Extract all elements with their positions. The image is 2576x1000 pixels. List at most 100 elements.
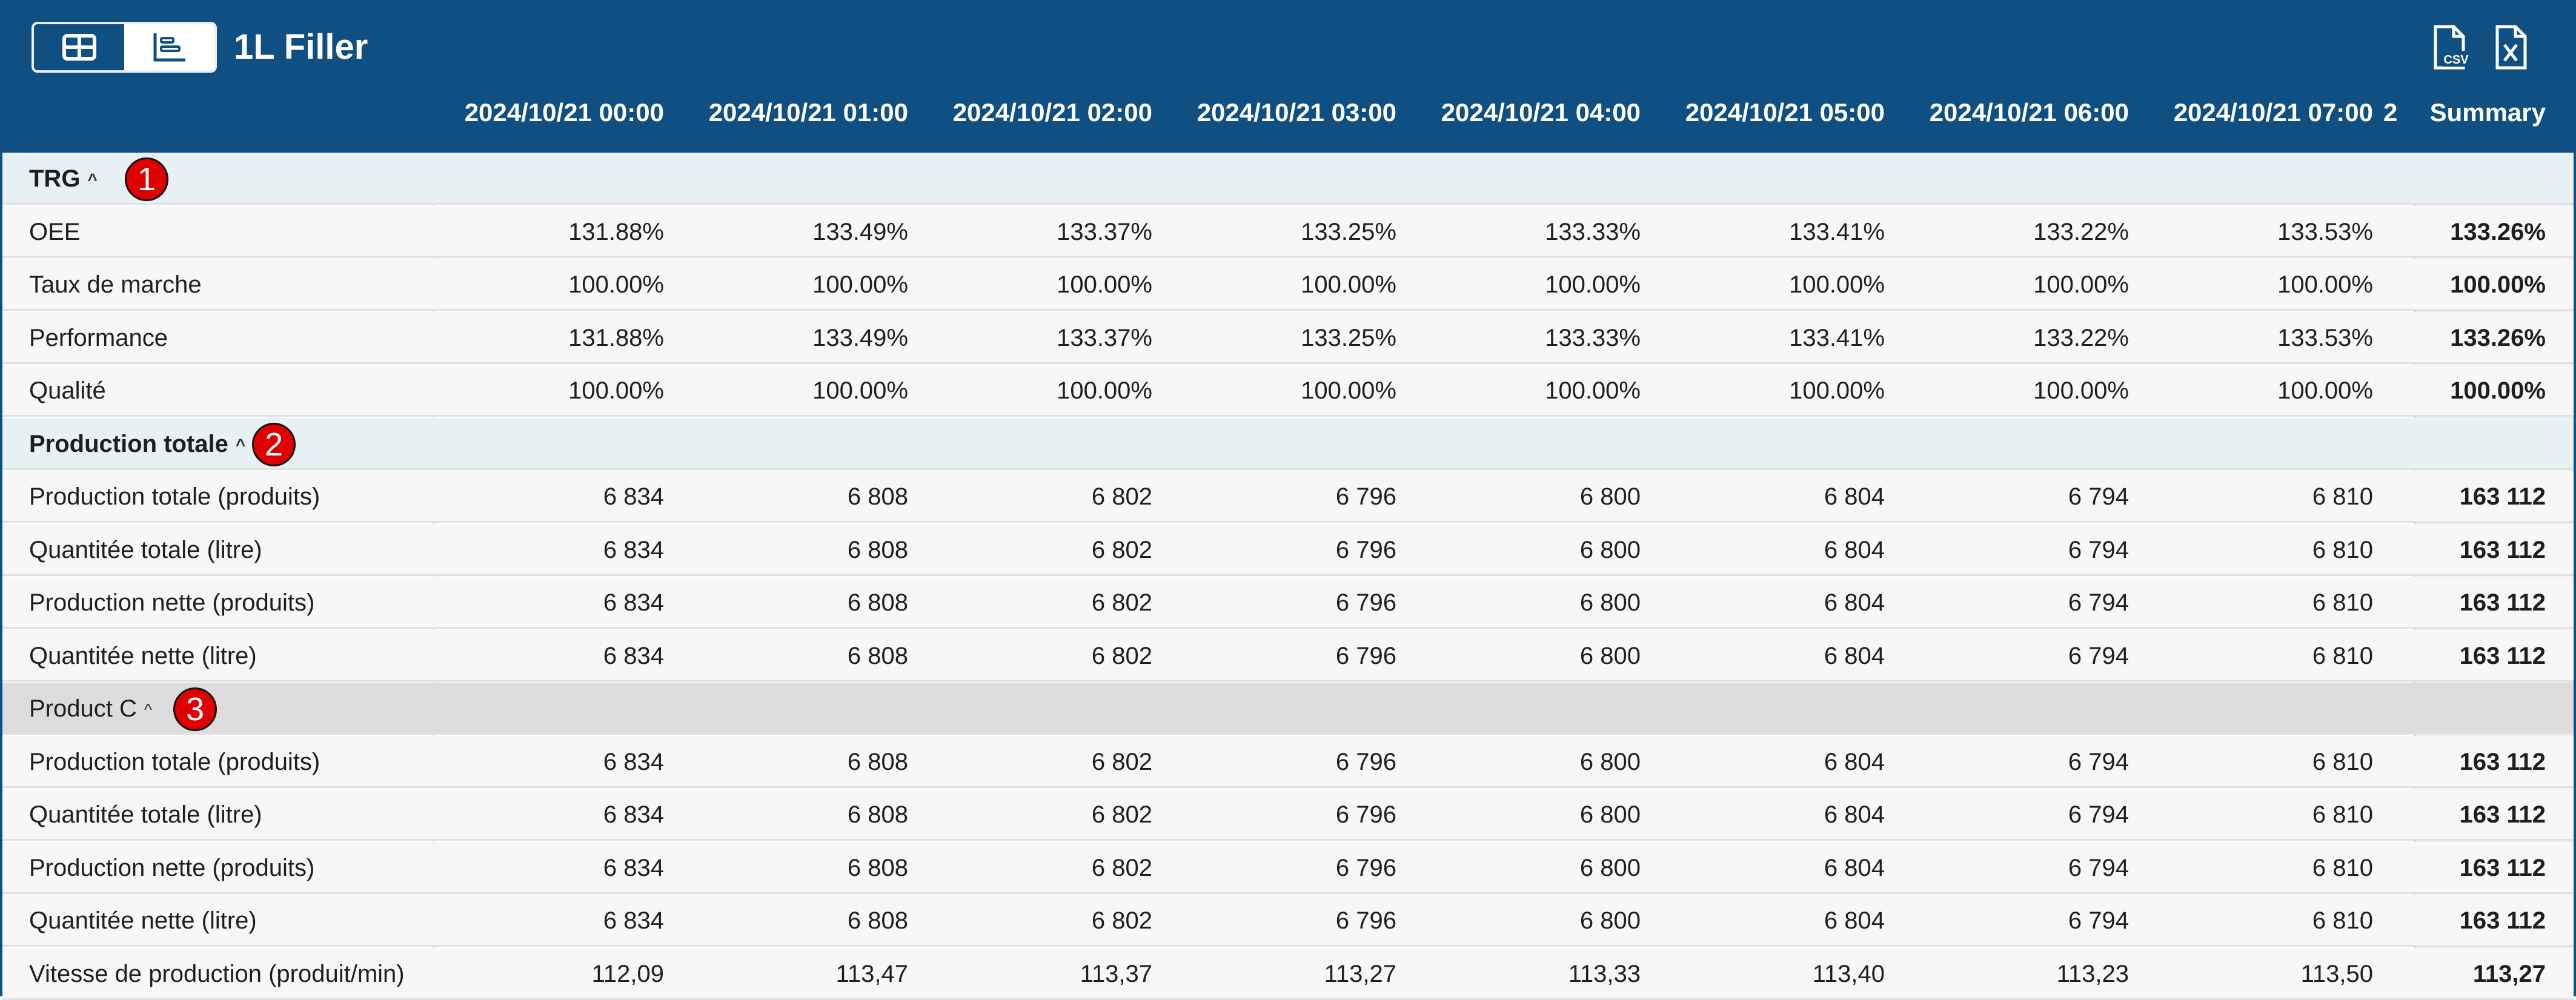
table-cell: 100.00% bbox=[1057, 271, 1152, 298]
table-cell: 6 794 bbox=[2068, 801, 2129, 828]
table-cell: 100.00% bbox=[1789, 377, 1885, 404]
table-cell: 6 808 bbox=[847, 748, 908, 775]
table-cell: 6 800 bbox=[1579, 642, 1641, 669]
summary-cell: 163 112 bbox=[2459, 748, 2546, 775]
table-cell: 6 808 bbox=[847, 801, 908, 828]
table-cell: 6 796 bbox=[1335, 854, 1396, 881]
table-cell: 113,50 bbox=[2300, 960, 2373, 987]
table-cell: 133.53% bbox=[2277, 218, 2373, 245]
table-cell: 6 800 bbox=[1579, 536, 1641, 563]
summary-cell: 113,27 bbox=[2472, 960, 2546, 987]
annotation-badge: 3 bbox=[173, 687, 217, 731]
table-cell: 6 796 bbox=[1335, 589, 1396, 616]
table-cell: 100.00% bbox=[1789, 271, 1885, 298]
table-cell: 6 810 bbox=[2312, 483, 2373, 510]
table-cell: 112,09 bbox=[591, 960, 664, 987]
annotation-badge: 1 bbox=[125, 157, 168, 201]
excel-export-icon bbox=[2495, 25, 2527, 70]
summary-cell: 100.00% bbox=[2450, 271, 2546, 298]
row-label: Quantitée nette (litre) bbox=[29, 642, 257, 669]
table-cell: 6 796 bbox=[1335, 483, 1396, 510]
section-header-row[interactable]: Product C ^ 3 bbox=[2, 683, 2574, 735]
table-row: Production nette (produits) 6 834 6 808 6 8… bbox=[2, 577, 2574, 629]
row-label: Quantitée totale (litre) bbox=[29, 801, 262, 828]
table-cell: 6 800 bbox=[1579, 483, 1641, 510]
row-label: Production nette (produits) bbox=[29, 589, 315, 616]
row-label: Production totale (produits) bbox=[29, 748, 320, 775]
column-header-summary: Summary bbox=[2429, 98, 2546, 127]
report-window: 1L Filler CSV 2024/10/21 00:00 2024/10/21… bbox=[0, 0, 2576, 1000]
collapse-chevron-icon[interactable]: ^ bbox=[87, 170, 97, 189]
table-cell: 6 808 bbox=[847, 907, 908, 934]
table-cell: 6 800 bbox=[1579, 748, 1641, 775]
table-cell: 6 834 bbox=[603, 642, 664, 669]
summary-cell: 163 112 bbox=[2459, 536, 2546, 563]
table-cell: 6 810 bbox=[2312, 801, 2373, 828]
table-cell: 6 794 bbox=[2068, 748, 2129, 775]
table-row: Quantitée totale (litre) 6 834 6 808 6 802 6… bbox=[2, 789, 2574, 841]
table-cell: 113,47 bbox=[835, 960, 908, 987]
table-cell: 6 804 bbox=[1824, 801, 1885, 828]
table-cell: 133.41% bbox=[1789, 218, 1885, 245]
table-cell: 113,33 bbox=[1568, 960, 1641, 987]
table-cell: 6 804 bbox=[1824, 854, 1885, 881]
table-row: Quantitée nette (litre) 6 834 6 808 6 802 6 … bbox=[2, 629, 2574, 682]
view-toggle[interactable] bbox=[32, 22, 217, 73]
table-cell: 133.53% bbox=[2277, 324, 2373, 351]
table-cell: 6 810 bbox=[2312, 642, 2373, 669]
summary-cell: 163 112 bbox=[2459, 854, 2546, 881]
column-header: 2024/10/21 00:00 bbox=[464, 98, 664, 127]
table-cell: 6 796 bbox=[1335, 801, 1396, 828]
collapse-chevron-icon[interactable]: ^ bbox=[144, 700, 152, 719]
table-cell: 6 834 bbox=[603, 589, 664, 616]
column-header: 2024/10/21 07:00 bbox=[2173, 98, 2373, 127]
table-cell: 6 810 bbox=[2312, 907, 2373, 934]
table-cell: 6 804 bbox=[1824, 907, 1885, 934]
table-cell: 100.00% bbox=[812, 377, 908, 404]
table-cell: 6 834 bbox=[603, 483, 664, 510]
collapse-chevron-icon[interactable]: ^ bbox=[236, 435, 245, 454]
table-cell: 100.00% bbox=[2033, 377, 2129, 404]
table-cell: 6 800 bbox=[1579, 589, 1641, 616]
table-cell: 133.25% bbox=[1301, 218, 1396, 245]
summary-cell: 100.00% bbox=[2450, 377, 2546, 404]
summary-cell: 163 112 bbox=[2459, 642, 2546, 669]
table-cell: 133.37% bbox=[1057, 218, 1152, 245]
row-label: Production nette (produits) bbox=[29, 854, 315, 881]
row-label: Qualité bbox=[29, 377, 106, 404]
csv-export-button[interactable]: CSV bbox=[2432, 24, 2471, 70]
table-cell: 6 834 bbox=[603, 801, 664, 828]
table-cell: 113,37 bbox=[1080, 960, 1152, 987]
column-header: 2024/10/21 03:00 bbox=[1197, 98, 1396, 127]
table-cell: 100.00% bbox=[2277, 271, 2373, 298]
table-view-button[interactable] bbox=[34, 24, 124, 70]
table-cell: 133.33% bbox=[1545, 324, 1641, 351]
table-cell: 100.00% bbox=[1545, 271, 1641, 298]
table-cell: 6 802 bbox=[1091, 748, 1152, 775]
table-cell: 6 800 bbox=[1579, 801, 1641, 828]
column-header: 2024/10/21 02:00 bbox=[952, 98, 1152, 127]
table-cell: 100.00% bbox=[1301, 377, 1396, 404]
chart-view-button[interactable] bbox=[124, 24, 214, 70]
table-cell: 6 810 bbox=[2312, 589, 2373, 616]
row-label: Vitesse de production (produit/min) bbox=[29, 960, 405, 987]
table-cell: 6 800 bbox=[1579, 854, 1641, 881]
table-cell: 6 834 bbox=[603, 748, 664, 775]
table-row: Quantitée nette (litre) 6 834 6 808 6 802 6 … bbox=[2, 895, 2574, 947]
table-cell: 100.00% bbox=[568, 271, 664, 298]
table-cell: 6 810 bbox=[2312, 748, 2373, 775]
summary-cell: 163 112 bbox=[2459, 589, 2546, 616]
table-cell: 6 834 bbox=[603, 536, 664, 563]
section-label: Production totale ^ bbox=[29, 430, 246, 457]
table-cell: 6 794 bbox=[2068, 589, 2129, 616]
table-cell: 6 804 bbox=[1824, 536, 1885, 563]
table-cell: 100.00% bbox=[2277, 377, 2373, 404]
table-cell: 133.25% bbox=[1301, 324, 1396, 351]
excel-export-button[interactable] bbox=[2494, 24, 2530, 70]
section-header-row[interactable]: Production totale ^ 2 bbox=[2, 417, 2574, 470]
section-header-row[interactable]: TRG ^ 1 bbox=[2, 153, 2574, 205]
table-row: Taux de marche 100.00% 100.00% 100.00% 100.0… bbox=[2, 259, 2574, 311]
table-cell: 6 804 bbox=[1824, 642, 1885, 669]
csv-export-icon: CSV bbox=[2434, 25, 2471, 70]
svg-text:CSV: CSV bbox=[2443, 53, 2469, 67]
